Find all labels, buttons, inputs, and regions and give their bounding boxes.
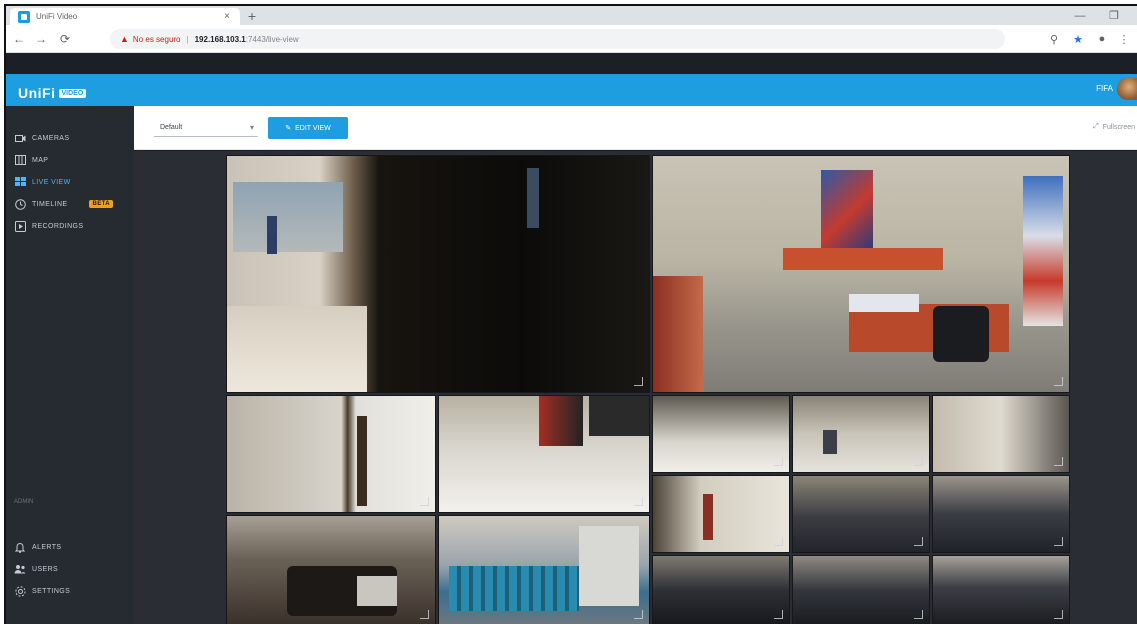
pencil-icon: ✎ [285,125,292,132]
menu-dots-icon[interactable]: ⋮ [1115,31,1133,47]
expand-icon[interactable] [914,537,923,546]
expand-icon[interactable] [1054,457,1063,466]
new-tab-button[interactable]: + [244,8,260,23]
tab-title: UniFi Video [36,12,78,21]
sidebar: CAMERAS MAP LIVE VIEW TIMELINE BETA RECO… [6,106,134,624]
clock-icon [14,198,26,210]
fullscreen-button[interactable]: ⤢ Fullscreen [1093,123,1135,131]
expand-icon[interactable] [1054,610,1063,619]
address-bar[interactable]: ▲ No es seguro | 192.168.103.1 :7443/liv… [110,29,1005,49]
expand-icon[interactable] [914,610,923,619]
camera-feed[interactable] [792,475,930,553]
sidebar-item-map[interactable]: MAP [6,150,134,170]
camera-feed[interactable] [226,395,436,513]
app-header: UniFi VIDEO FIFA [6,74,1137,106]
recordings-icon [14,220,26,232]
camera-feed[interactable] [792,395,930,473]
camera-feed[interactable] [438,515,650,624]
camera-feed[interactable] [652,155,1070,393]
expand-icon[interactable] [634,610,643,619]
expand-icon[interactable] [774,457,783,466]
brand-pill: VIDEO [58,89,87,98]
sidebar-item-label: ALERTS [32,543,62,551]
sidebar-item-cameras[interactable]: CAMERAS [6,128,134,148]
user-name[interactable]: FIFA [1096,84,1113,93]
view-select-value: Default [160,124,183,131]
not-secure-label: No es seguro [132,34,181,44]
expand-icon[interactable] [914,457,923,466]
bell-icon [14,541,26,553]
tab-strip: UniFi Video × + — ❐ [6,6,1137,25]
unifi-favicon-icon [18,10,30,23]
unifi-video-logo[interactable]: UniFi VIDEO [18,79,87,101]
camera-feed[interactable] [438,395,650,513]
sidebar-item-settings[interactable]: SETTINGS [6,581,134,601]
fullscreen-label: Fullscreen [1102,123,1135,131]
expand-icon[interactable] [420,497,429,506]
bookmark-star-icon[interactable]: ★ [1069,31,1087,47]
browser-toolbar: ← → ⟳ ▲ No es seguro | 192.168.103.1 :74… [6,25,1137,53]
expand-icon[interactable] [1054,377,1063,386]
edit-view-label: EDIT VIEW [295,124,331,132]
camera-grid [134,151,1137,624]
expand-icon[interactable] [634,497,643,506]
sidebar-item-timeline[interactable]: TIMELINE BETA [6,194,134,214]
address-path: :7443/live-view [245,34,299,44]
expand-icon[interactable] [420,610,429,619]
live-view-icon [14,176,26,188]
camera-feed[interactable] [652,475,790,553]
close-tab-icon[interactable]: × [220,10,234,24]
camera-feed[interactable] [932,475,1070,553]
camera-feed[interactable] [792,555,930,624]
expand-icon[interactable] [774,610,783,619]
map-icon [14,154,26,166]
camera-feed[interactable] [652,395,790,473]
expand-icon[interactable] [1054,537,1063,546]
chevron-down-icon: ▾ [249,123,254,132]
expand-icon[interactable] [634,377,643,386]
sidebar-item-users[interactable]: USERS [6,559,134,579]
fullscreen-icon: ⤢ [1093,123,1099,130]
live-view-toolbar: Default ▾ ✎ EDIT VIEW ⤢ Fullscreen [134,106,1137,150]
zoom-icon[interactable]: ⚲ [1045,31,1063,47]
forward-arrow-icon[interactable]: → [32,31,50,47]
address-separator: | [186,34,189,44]
beta-badge: BETA [89,200,113,208]
sidebar-item-label: USERS [32,565,59,573]
warning-icon: ▲ [120,34,129,44]
expand-icon[interactable] [774,537,783,546]
reload-icon[interactable]: ⟳ [56,31,74,47]
profile-icon[interactable]: ● [1093,31,1111,47]
sidebar-section-label: ADMIN [14,499,34,505]
sidebar-item-label: SETTINGS [32,587,71,595]
browser-tab[interactable]: UniFi Video × [10,8,240,25]
camera-feed[interactable] [932,555,1070,624]
sidebar-item-label: CAMERAS [32,134,70,142]
avatar[interactable] [1117,78,1137,100]
camera-icon [14,132,26,144]
sidebar-item-live-view[interactable]: LIVE VIEW [6,172,134,192]
camera-feed[interactable] [932,395,1070,473]
back-arrow-icon[interactable]: ← [10,31,28,47]
sidebar-item-label: MAP [32,156,49,164]
users-icon [14,563,26,575]
sidebar-item-label: LIVE VIEW [32,178,71,186]
camera-feed[interactable] [226,515,436,624]
sidebar-item-alerts[interactable]: ALERTS [6,537,134,557]
camera-feed[interactable] [226,155,650,393]
gear-icon [14,585,26,597]
sidebar-item-recordings[interactable]: RECORDINGS [6,216,134,236]
sidebar-item-label: TIMELINE [32,200,68,208]
sidebar-item-label: RECORDINGS [32,222,84,230]
camera-feed[interactable] [652,555,790,624]
brand-word: UniFi [18,85,56,101]
edit-view-button[interactable]: ✎ EDIT VIEW [268,117,348,139]
minimize-button[interactable]: — [1063,6,1097,25]
view-select[interactable]: Default ▾ [154,119,258,137]
address-host: 192.168.103.1 [194,34,246,44]
maximize-button[interactable]: ❐ [1097,6,1131,25]
browser-window: UniFi Video × + — ❐ ← → ⟳ ▲ No es seguro… [4,4,1137,624]
